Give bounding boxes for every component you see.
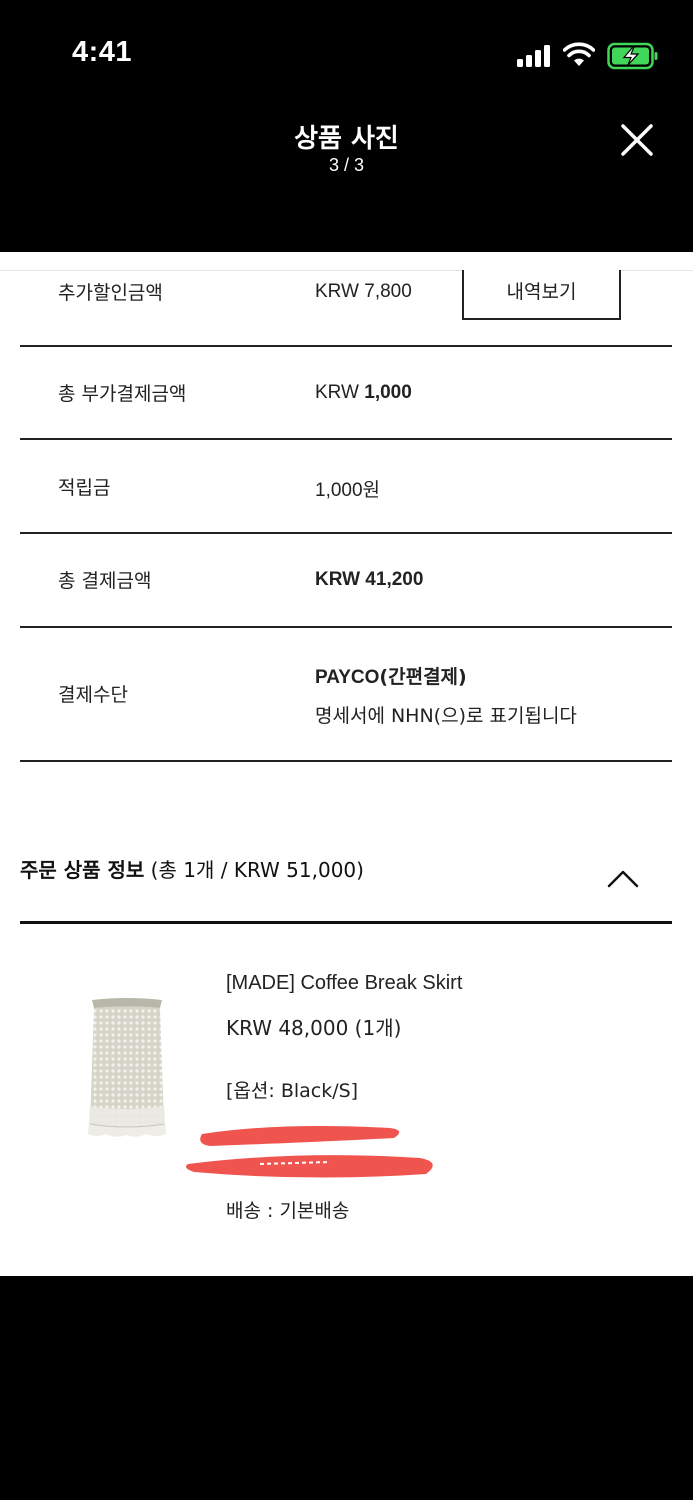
chevron-up-icon[interactable]: [606, 868, 640, 890]
header-title: 상품 사진: [294, 124, 399, 154]
cellular-signal-icon: [517, 45, 550, 67]
divider: [20, 760, 672, 762]
wifi-icon: [563, 42, 595, 66]
payment-method-label: 결제수단: [58, 684, 128, 706]
product-price: KRW 48,000 (1개): [226, 1016, 402, 1040]
view-history-button[interactable]: 내역보기: [462, 270, 621, 320]
divider: [20, 532, 672, 534]
divider: [20, 438, 672, 440]
product-option: [옵션: Black/S]: [226, 1080, 359, 1102]
product-shipping: 배송 : 기본배송: [226, 1200, 350, 1222]
order-info-title: 주문 상품 정보 (총 1개 / KRW 51,000): [20, 858, 364, 882]
total-payment-value: KRW 41,200: [315, 569, 424, 590]
redaction-scribble: [186, 1126, 433, 1178]
payment-method-note: 명세서에 NHN(으)로 표기됩니다: [315, 705, 577, 727]
total-payment-label: 총 결제금액: [58, 570, 152, 592]
photo-counter: 3 / 3: [328, 155, 365, 175]
photo-viewer-header: 상품 사진 3 / 3: [0, 105, 693, 252]
total-additional-value: KRW 1,000: [315, 382, 412, 403]
extra-discount-value: KRW 7,800: [315, 281, 412, 302]
product-image[interactable]: [86, 996, 168, 1142]
payment-method-name: PAYCO(간편결제): [315, 666, 467, 688]
close-icon[interactable]: [617, 120, 657, 160]
photo-content: 추가할인금액 KRW 7,800 내역보기 총 부가결제금액 KRW 1,000…: [0, 252, 693, 1276]
battery-charging-icon: [607, 42, 658, 70]
divider: [20, 921, 672, 924]
divider: [20, 626, 672, 628]
status-bar: 4:41: [0, 0, 693, 105]
total-additional-label: 총 부가결제금액: [58, 383, 187, 405]
divider: [20, 345, 672, 347]
points-value: 1,000원: [315, 480, 381, 501]
points-label: 적립금: [58, 477, 111, 499]
product-name[interactable]: [MADE] Coffee Break Skirt: [226, 972, 462, 995]
extra-discount-label: 추가할인금액: [58, 282, 163, 304]
status-time: 4:41: [72, 36, 133, 68]
